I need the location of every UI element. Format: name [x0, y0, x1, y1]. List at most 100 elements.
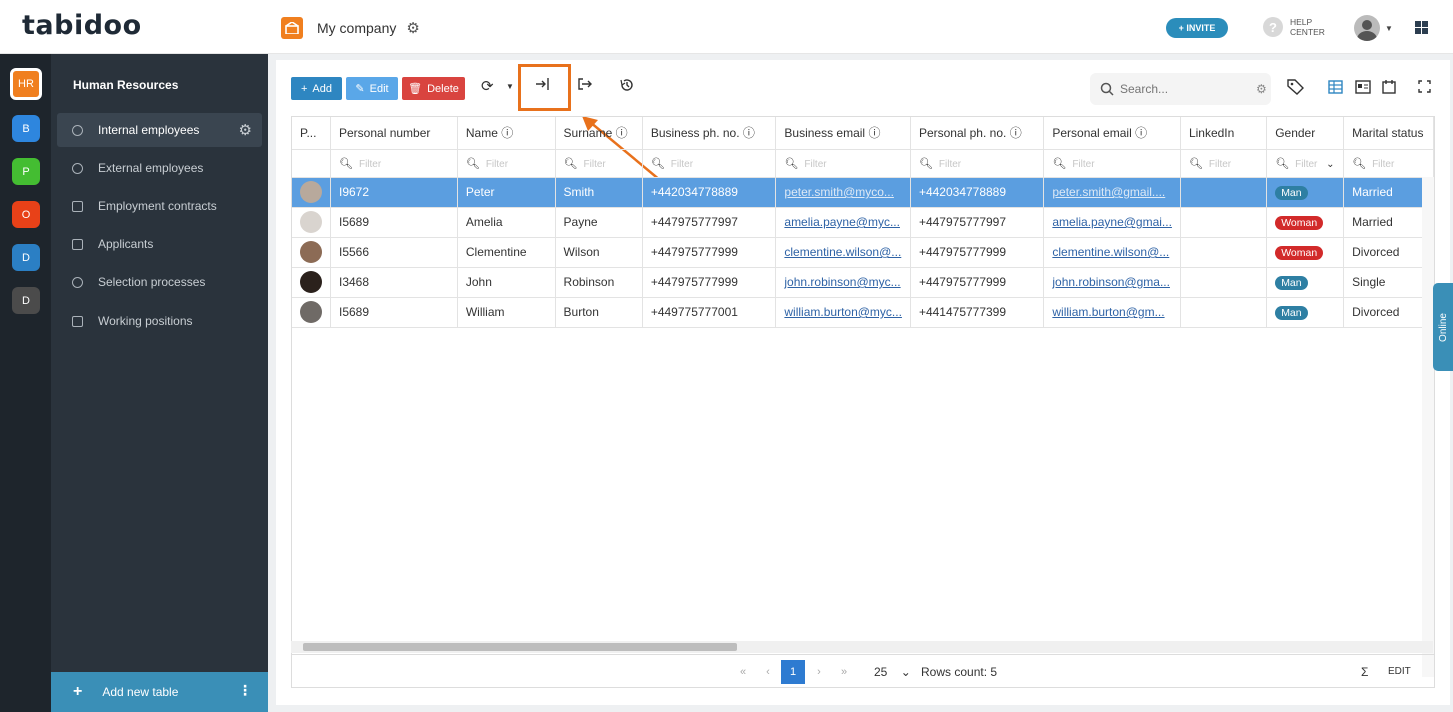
- help-icon[interactable]: ⓘ: [1135, 126, 1147, 140]
- help-icon[interactable]: ⓘ: [501, 126, 513, 140]
- sum-icon[interactable]: Σ: [1361, 665, 1368, 679]
- help-center-link[interactable]: ? HELP CENTER: [1263, 17, 1325, 37]
- tabidoo-logo[interactable]: tabidoo: [22, 10, 142, 41]
- export-icon[interactable]: [577, 77, 593, 95]
- app-o[interactable]: O: [12, 201, 40, 228]
- page-size-select[interactable]: 25 ⌄: [874, 665, 911, 679]
- edit-footer-button[interactable]: EDIT: [1388, 666, 1411, 677]
- search-box[interactable]: ⚙: [1090, 73, 1271, 105]
- filter-name[interactable]: 🔍︎ Filter: [457, 149, 556, 178]
- filter-gender[interactable]: 🔍︎ Filter ⌄: [1266, 149, 1345, 178]
- add-button[interactable]: + Add: [291, 77, 342, 100]
- tag-icon[interactable]: [1287, 79, 1305, 99]
- next-page-icon[interactable]: ›: [807, 660, 831, 684]
- sidebar-item-external-employees[interactable]: External employees: [57, 151, 262, 185]
- app-d[interactable]: D: [12, 244, 40, 271]
- apps-grid-icon[interactable]: [1415, 21, 1428, 34]
- personal-email-link[interactable]: john.robinson@gma...: [1052, 275, 1170, 289]
- sidebar-item-internal-employees[interactable]: Internal employees ⚙: [57, 113, 262, 147]
- business-email-link[interactable]: amelia.payne@myc...: [784, 215, 900, 229]
- online-chat-tab[interactable]: Online: [1433, 283, 1453, 371]
- business-email-link[interactable]: john.robinson@myc...: [784, 275, 900, 289]
- filter-personal-number[interactable]: 🔍︎ Filter: [330, 149, 458, 178]
- column-header-personal-number[interactable]: Personal number: [330, 117, 458, 150]
- add-new-table-button[interactable]: + Add new table ⋮: [51, 672, 268, 712]
- column-header-linkedin[interactable]: LinkedIn: [1180, 117, 1268, 150]
- app-b[interactable]: B: [12, 115, 40, 142]
- column-header-business-email[interactable]: Business email ⓘ: [775, 117, 911, 150]
- column-header-business-phone[interactable]: Business ph. no. ⓘ: [642, 117, 777, 150]
- table-row[interactable]: I5689 Amelia Payne +447975777997 amelia.…: [292, 207, 1434, 238]
- edit-button[interactable]: ✎ Edit: [346, 77, 398, 100]
- app-p[interactable]: P: [12, 158, 40, 185]
- refresh-options-caret-icon[interactable]: ▼: [506, 82, 514, 91]
- personal-email-link[interactable]: william.burton@gm...: [1052, 305, 1164, 319]
- delete-button[interactable]: 🗑 Delete: [402, 77, 465, 100]
- company-settings-gear-icon[interactable]: ⚙: [406, 19, 419, 37]
- help-icon[interactable]: ⓘ: [743, 126, 755, 140]
- personal-email-link[interactable]: peter.smith@gmail....: [1052, 185, 1165, 199]
- refresh-icon[interactable]: ⟳: [481, 77, 494, 95]
- last-page-icon[interactable]: »: [832, 660, 856, 684]
- invite-button[interactable]: + INVITE: [1166, 18, 1228, 38]
- help-icon[interactable]: ⓘ: [616, 126, 628, 140]
- business-email-link[interactable]: peter.smith@myco...: [784, 185, 894, 199]
- filter-personal-phone[interactable]: 🔍︎ Filter: [910, 149, 1045, 178]
- column-header-personal-phone[interactable]: Personal ph. no. ⓘ: [910, 117, 1045, 150]
- search-settings-gear-icon[interactable]: ⚙: [1256, 82, 1267, 96]
- column-header-name[interactable]: Name ⓘ: [457, 117, 556, 150]
- business-email-link[interactable]: clementine.wilson@...: [784, 245, 901, 259]
- previous-page-icon[interactable]: ‹: [756, 660, 780, 684]
- sidebar-item-selection-processes[interactable]: Selection processes: [57, 265, 262, 299]
- help-icon[interactable]: ⓘ: [1010, 126, 1022, 140]
- table-row[interactable]: I3468 John Robinson +447975777999 john.r…: [292, 267, 1434, 298]
- column-header-gender[interactable]: Gender: [1266, 117, 1345, 150]
- card-view-icon[interactable]: [1355, 80, 1371, 98]
- filter-surname[interactable]: 🔍︎ Filter: [555, 149, 643, 178]
- column-header-personal-email[interactable]: Personal email ⓘ: [1043, 117, 1181, 150]
- employee-photo[interactable]: [300, 241, 322, 263]
- sidebar-item-employment-contracts[interactable]: Employment contracts: [57, 189, 262, 223]
- calendar-icon[interactable]: [1382, 79, 1396, 98]
- employee-photo[interactable]: [300, 271, 322, 293]
- user-avatar[interactable]: [1354, 15, 1380, 41]
- help-icon[interactable]: ⓘ: [868, 126, 880, 140]
- page-number-current[interactable]: 1: [781, 660, 805, 684]
- personal-email-link[interactable]: clementine.wilson@...: [1052, 245, 1169, 259]
- table-view-icon[interactable]: [1328, 80, 1343, 98]
- fullscreen-icon[interactable]: [1418, 80, 1431, 97]
- filter-business-email[interactable]: 🔍︎ Filter: [775, 149, 911, 178]
- company-selector[interactable]: My company ⚙: [281, 17, 420, 39]
- chevron-down-icon[interactable]: ⌄: [1326, 159, 1334, 170]
- employee-photo[interactable]: [300, 211, 322, 233]
- first-page-icon[interactable]: «: [731, 660, 755, 684]
- table-row[interactable]: I5566 Clementine Wilson +447975777999 cl…: [292, 237, 1434, 268]
- help-icon: ?: [1263, 17, 1283, 37]
- business-email-link[interactable]: william.burton@myc...: [784, 305, 902, 319]
- column-header-marital-status[interactable]: Marital status: [1343, 117, 1434, 150]
- filter-personal-email[interactable]: 🔍︎ Filter: [1043, 149, 1181, 178]
- column-header-photo[interactable]: P...: [292, 117, 331, 150]
- company-name[interactable]: My company: [317, 20, 396, 36]
- history-icon[interactable]: [619, 77, 635, 97]
- personal-email-link[interactable]: amelia.payne@gmai...: [1052, 215, 1172, 229]
- filter-business-phone[interactable]: 🔍︎ Filter: [642, 149, 777, 178]
- horizontal-scrollbar[interactable]: [291, 641, 1433, 653]
- filter-marital-status[interactable]: 🔍︎ Filter: [1343, 149, 1434, 178]
- column-header-surname[interactable]: Surname ⓘ: [555, 117, 643, 150]
- sidebar-item-working-positions[interactable]: Working positions: [57, 304, 262, 338]
- table-row[interactable]: I9672 Peter Smith +442034778889 peter.sm…: [292, 177, 1434, 208]
- more-options-icon[interactable]: ⋮: [238, 682, 252, 699]
- vertical-scrollbar[interactable]: [1422, 177, 1434, 677]
- sidebar-item-applicants[interactable]: Applicants: [57, 227, 262, 261]
- app-hr[interactable]: HR: [10, 68, 42, 100]
- app-d-dark[interactable]: D: [12, 287, 40, 314]
- scrollbar-thumb[interactable]: [303, 643, 737, 651]
- search-input[interactable]: [1120, 82, 1250, 96]
- employee-photo[interactable]: [300, 301, 322, 323]
- table-settings-gear-icon[interactable]: ⚙: [239, 121, 252, 139]
- employee-photo[interactable]: [300, 181, 322, 203]
- user-menu-caret-icon[interactable]: ▼: [1385, 24, 1393, 33]
- filter-linkedin[interactable]: 🔍︎ Filter: [1180, 149, 1268, 178]
- table-row[interactable]: I5689 William Burton +449775777001 willi…: [292, 297, 1434, 328]
